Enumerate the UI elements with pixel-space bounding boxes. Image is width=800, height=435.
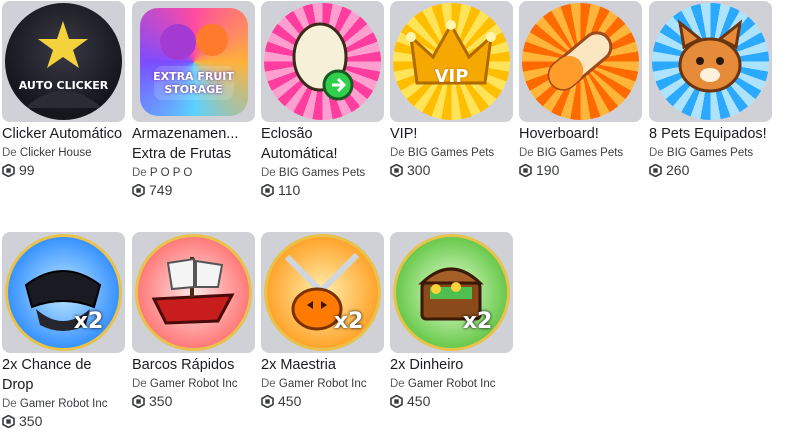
robux-icon [132,184,145,197]
item-title-line: Armazenamen... [132,126,239,142]
item-card[interactable]: Hoverboard! De BIG Games Pets 190 [519,1,642,179]
item-card[interactable]: x2 2x Dinheiro De Gamer Robot Inc 450 [390,232,513,410]
item-card[interactable]: EXTRA FRUIT STORAGE Armazenamen... Extra… [132,1,255,199]
item-thumbnail[interactable] [261,1,384,122]
robux-icon [2,164,15,177]
item-title[interactable]: Armazenamen... Extra de Frutas [132,124,255,164]
pirate-hat-icon: x2 [5,234,122,351]
treasure-chest-icon: x2 [393,234,510,351]
item-creator[interactable]: De Gamer Robot Inc [2,395,125,413]
item-thumbnail[interactable]: VIP [390,1,513,122]
item-price: 190 [519,162,642,179]
item-price: 350 [132,393,255,410]
robux-icon [390,395,403,408]
item-creator[interactable]: De Clicker House [2,144,125,162]
item-card[interactable]: x2 2x Maestria De Gamer Robot Inc 450 [261,232,384,410]
item-title[interactable]: Eclosão Automática! [261,124,384,164]
item-card[interactable]: AUTO CLICKER Clicker Automático De Click… [2,1,125,179]
item-creator[interactable]: De BIG Games Pets [649,144,772,162]
item-thumbnail[interactable]: AUTO CLICKER [2,1,125,122]
item-thumbnail[interactable] [649,1,772,122]
item-creator[interactable]: De Gamer Robot Inc [132,375,255,393]
item-card[interactable]: Barcos Rápidos De Gamer Robot Inc 350 [132,232,255,410]
robux-icon [132,395,145,408]
item-price: 110 [261,182,384,199]
item-price: 350 [2,413,125,430]
item-title[interactable]: 2x Maestria [261,355,384,375]
robux-icon [390,164,403,177]
item-thumbnail[interactable]: x2 [2,232,125,353]
item-price: 450 [390,393,513,410]
robux-icon [2,415,15,428]
item-price: 99 [2,162,125,179]
item-creator[interactable]: De P O P O [132,164,255,182]
robux-icon [261,184,274,197]
robux-icon [261,395,274,408]
item-creator[interactable]: De BIG Games Pets [390,144,513,162]
catalog-grid: AUTO CLICKER Clicker Automático De Click… [0,0,800,435]
item-thumbnail[interactable] [132,232,255,353]
item-title[interactable]: 2x Dinheiro [390,355,513,375]
item-creator[interactable]: De Gamer Robot Inc [390,375,513,393]
item-thumbnail[interactable]: x2 [261,232,384,353]
hoverboard-icon [522,3,639,120]
item-creator[interactable]: De BIG Games Pets [261,164,384,182]
item-price: 300 [390,162,513,179]
item-price: 450 [261,393,384,410]
item-price: 749 [132,182,255,199]
item-card[interactable]: VIP VIP! De BIG Games Pets 300 [390,1,513,179]
egg-icon [264,3,381,120]
item-title[interactable]: Clicker Automático [2,124,125,144]
item-title[interactable]: 2x Chance de Drop [2,355,125,395]
robux-icon [649,164,662,177]
item-creator[interactable]: De Gamer Robot Inc [261,375,384,393]
extra-fruit-storage-icon: EXTRA FRUIT STORAGE [139,7,248,116]
auto-clicker-icon: AUTO CLICKER [5,3,122,120]
item-thumbnail[interactable]: EXTRA FRUIT STORAGE [132,1,255,122]
item-title[interactable]: 8 Pets Equipados! [649,124,772,144]
vip-crown-icon: VIP [393,3,510,120]
item-creator[interactable]: De BIG Games Pets [519,144,642,162]
item-thumbnail[interactable]: x2 [390,232,513,353]
swords-pumpkin-icon: x2 [264,234,381,351]
item-title[interactable]: Barcos Rápidos [132,355,255,375]
pirate-ship-icon [135,234,252,351]
item-card[interactable]: 8 Pets Equipados! De BIG Games Pets 260 [649,1,772,179]
item-price: 260 [649,162,772,179]
item-title-line: Extra de Frutas [132,146,232,162]
robux-icon [519,164,532,177]
item-thumbnail[interactable] [519,1,642,122]
item-title[interactable]: Hoverboard! [519,124,642,144]
pet-icon [652,3,769,120]
item-title[interactable]: VIP! [390,124,513,144]
item-card[interactable]: x2 2x Chance de Drop De Gamer Robot Inc … [2,232,125,430]
item-card[interactable]: Eclosão Automática! De BIG Games Pets 11… [261,1,384,199]
